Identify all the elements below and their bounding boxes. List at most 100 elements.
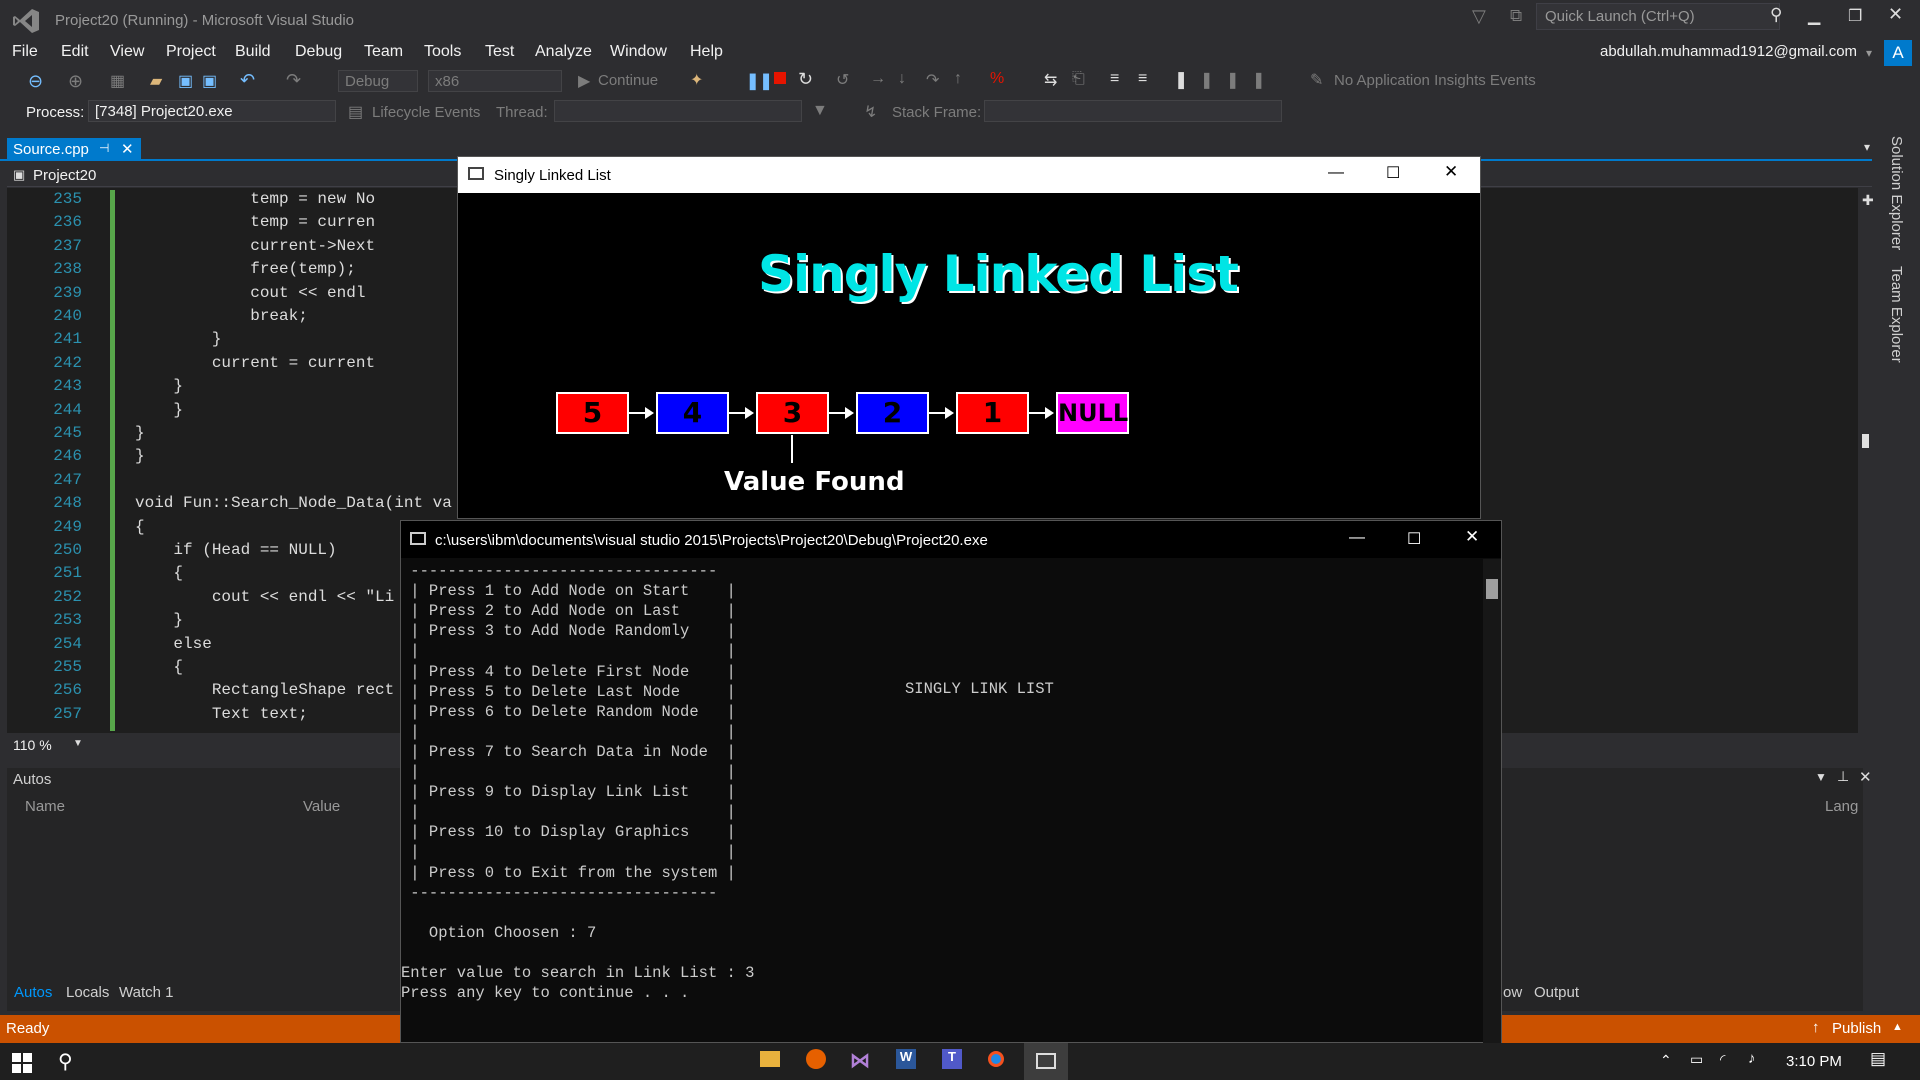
autos-col-value[interactable]: Value (303, 798, 340, 815)
step-over-icon[interactable]: ↓ (898, 70, 906, 88)
thread-dropdown[interactable] (554, 100, 802, 122)
pin-icon[interactable]: ⊣ (99, 141, 109, 155)
continue-button[interactable]: Continue (598, 72, 658, 89)
console-maximize-icon[interactable]: ☐ (1407, 529, 1421, 549)
clear-bookmarks-icon[interactable]: ❚ (1252, 70, 1265, 90)
filter-thread-icon[interactable]: ▼ (812, 102, 828, 120)
save-icon[interactable]: ▣ (178, 71, 193, 91)
show-next-statement-icon[interactable]: ↺ (836, 70, 849, 90)
console-window[interactable]: c:\users\ibm\documents\visual studio 201… (400, 520, 1502, 1043)
stack-icon[interactable]: ⎗ (1072, 70, 1085, 88)
split-icon[interactable]: ✚ (1862, 192, 1874, 209)
bookmark-icon[interactable]: ❚ (1174, 70, 1188, 90)
lifecycle-events-button[interactable]: Lifecycle Events (372, 104, 480, 121)
menu-help[interactable]: Help (690, 43, 723, 61)
platform-dropdown[interactable]: x86 (428, 70, 562, 92)
stop-icon[interactable] (774, 72, 786, 84)
graphics-window[interactable]: Singly Linked List — ☐ ✕ Singly Linked L… (457, 156, 1481, 519)
restart-icon[interactable]: ↻ (798, 69, 813, 90)
windows-start-icon[interactable] (12, 1053, 32, 1073)
console-minimize-icon[interactable]: — (1349, 529, 1365, 547)
filter-icon[interactable]: ▽ (1472, 6, 1486, 27)
editor-vertical-scrollbar[interactable] (1858, 188, 1872, 733)
account-name[interactable]: abdullah.muhammad1912@gmail.com (1600, 43, 1857, 60)
clock[interactable]: 3:10 PM (1786, 1053, 1842, 1070)
menu-build[interactable]: Build (235, 43, 271, 61)
teams-icon[interactable]: T (942, 1049, 962, 1069)
step-up-icon[interactable]: ↑ (954, 70, 962, 88)
restore-icon[interactable]: ❐ (1848, 6, 1862, 26)
prev-bookmark-icon[interactable]: ❚ (1200, 70, 1213, 90)
minimize-icon[interactable]: ▁ (1808, 6, 1820, 26)
process-dropdown[interactable]: [7348] Project20.exe (88, 100, 336, 122)
graphics-window-titlebar[interactable]: Singly Linked List — ☐ ✕ (458, 157, 1480, 193)
menu-file[interactable]: File (12, 43, 38, 61)
tab-locals[interactable]: Locals (66, 984, 109, 1001)
menu-window[interactable]: Window (610, 43, 667, 61)
panel-close-icon[interactable]: ✕ (1859, 768, 1872, 786)
undo-icon[interactable]: ↶ (240, 70, 255, 91)
battery-icon[interactable]: ▭ (1690, 1051, 1703, 1068)
publish-chevron-icon[interactable]: ▲ (1892, 1021, 1903, 1033)
insights-icon[interactable]: ✎ (1310, 70, 1323, 90)
graphics-minimize-icon[interactable]: — (1328, 164, 1344, 182)
publish-button[interactable]: Publish (1832, 1020, 1881, 1037)
menu-debug[interactable]: Debug (295, 43, 342, 61)
outdent-icon[interactable]: ≡ (1138, 70, 1147, 88)
firefox-icon[interactable] (806, 1049, 826, 1069)
redo-icon[interactable]: ↷ (286, 70, 301, 91)
feedback-icon[interactable]: ⧉ (1510, 6, 1522, 26)
menu-analyze[interactable]: Analyze (535, 43, 592, 61)
back-icon[interactable]: ⊖ (28, 71, 43, 92)
step-out-icon[interactable]: ↷ (926, 70, 939, 90)
search-icon[interactable]: ⚲ (1770, 5, 1782, 25)
configuration-dropdown[interactable]: Debug (338, 70, 418, 92)
quick-launch-input[interactable]: Quick Launch (Ctrl+Q) (1536, 3, 1780, 30)
continue-play-icon[interactable]: ▶ (578, 71, 590, 91)
menu-project[interactable]: Project (166, 43, 216, 61)
pause-icon[interactable]: ❚❚ (746, 71, 773, 91)
hot-path-icon[interactable]: % (990, 70, 1004, 88)
project-dropdown[interactable]: Project20 (33, 167, 96, 184)
tab-close-icon[interactable]: ✕ (121, 140, 134, 158)
menu-tools[interactable]: Tools (424, 43, 461, 61)
solution-explorer-tab[interactable]: Solution Explorer (1888, 136, 1905, 250)
menu-view[interactable]: View (110, 43, 144, 61)
tab-overflow-icon[interactable]: ▾ (1864, 140, 1870, 154)
console-scrollbar[interactable] (1483, 559, 1501, 1043)
notifications-icon[interactable]: ▤ (1870, 1049, 1886, 1069)
graphics-maximize-icon[interactable]: ☐ (1386, 163, 1400, 183)
new-project-icon[interactable]: ▦ (110, 71, 125, 91)
account-avatar[interactable]: A (1884, 40, 1912, 66)
volume-icon[interactable]: ♪ (1748, 1050, 1756, 1067)
menu-team[interactable]: Team (364, 43, 403, 61)
wifi-icon[interactable]: ◜ (1720, 1051, 1725, 1068)
tab-watch-1[interactable]: Watch 1 (119, 984, 173, 1001)
console-window-titlebar[interactable]: c:\users\ibm\documents\visual studio 201… (401, 521, 1501, 558)
forward-icon[interactable]: ⊕ (68, 71, 83, 92)
tab-output[interactable]: Output (1534, 984, 1579, 1001)
attach-icon[interactable]: ✦ (690, 70, 703, 90)
scroll-thumb[interactable] (1862, 434, 1869, 448)
panel-menu-icon[interactable]: ▼ (1815, 770, 1827, 784)
menu-test[interactable]: Test (485, 43, 514, 61)
autos-col-name[interactable]: Name (25, 798, 65, 815)
account-chevron-icon[interactable]: ▾ (1866, 46, 1872, 60)
file-explorer-icon[interactable] (760, 1051, 780, 1067)
zoom-dropdown[interactable]: 110 % (13, 737, 52, 753)
team-explorer-tab[interactable]: Team Explorer (1888, 266, 1905, 363)
open-file-icon[interactable]: ▰ (150, 71, 162, 91)
close-icon[interactable]: ✕ (1888, 4, 1903, 25)
graphics-close-icon[interactable]: ✕ (1444, 162, 1458, 182)
app-icon[interactable] (988, 1051, 1004, 1067)
insights-dropdown[interactable]: No Application Insights Events (1334, 72, 1536, 89)
stack-frame-dropdown[interactable] (984, 100, 1282, 122)
console-scroll-thumb[interactable] (1486, 579, 1498, 599)
threads-icon[interactable]: ⇆ (1044, 70, 1057, 90)
save-all-icon[interactable]: ▣ (202, 71, 217, 91)
console-close-icon[interactable]: ✕ (1465, 527, 1479, 547)
panel-pin-icon[interactable]: ⊥ (1837, 768, 1849, 785)
menu-edit[interactable]: Edit (61, 43, 89, 61)
autos-col-lang[interactable]: Lang (1825, 798, 1858, 815)
zoom-chevron-icon[interactable]: ▼ (73, 738, 83, 749)
